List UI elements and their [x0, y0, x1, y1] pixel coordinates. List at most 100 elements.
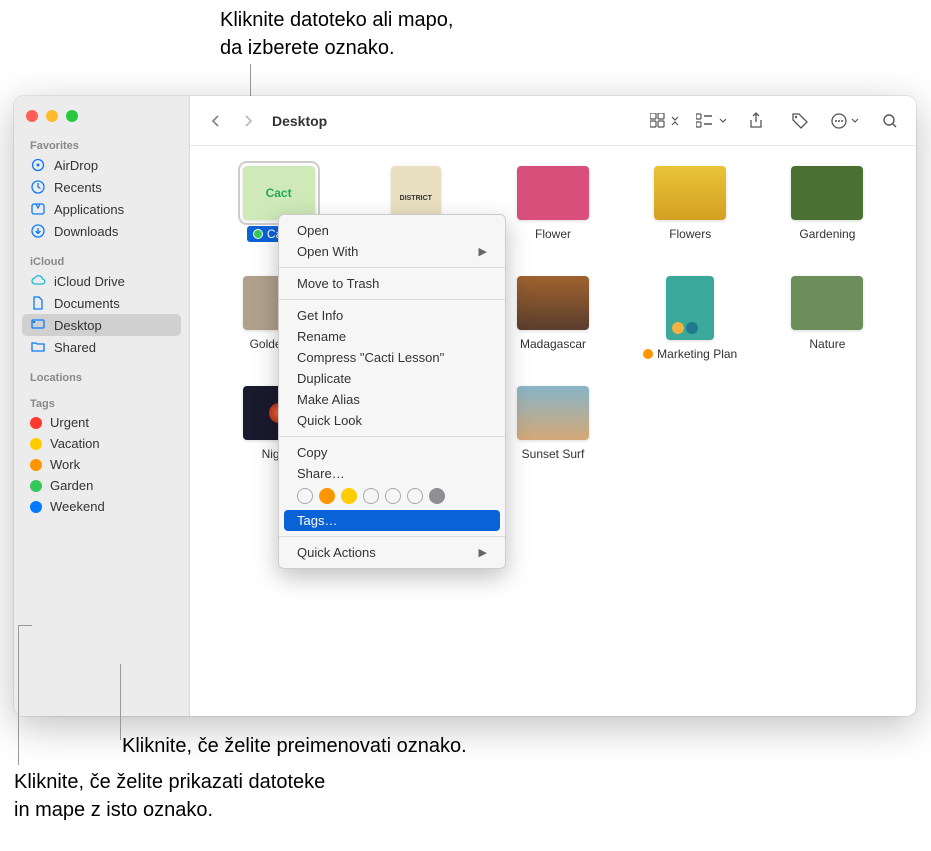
sidebar-item-applications[interactable]: Applications — [14, 198, 189, 220]
sidebar-item-label: iCloud Drive — [54, 274, 125, 289]
more-button[interactable] — [830, 109, 860, 133]
sidebar-item-documents[interactable]: Documents — [14, 292, 189, 314]
file-item[interactable]: Flower — [492, 166, 613, 252]
sidebar-item-label: Recents — [54, 180, 102, 195]
menu-item-duplicate[interactable]: Duplicate — [279, 368, 505, 389]
menu-item-rename[interactable]: Rename — [279, 326, 505, 347]
close-button[interactable] — [26, 110, 38, 122]
tag-circle-gray[interactable] — [429, 488, 445, 504]
tags-button[interactable] — [786, 109, 814, 133]
sidebar-tag-work[interactable]: Work — [14, 454, 189, 475]
sidebar-item-label: Weekend — [50, 499, 105, 514]
clock-icon — [30, 179, 46, 195]
tag-dot-red — [30, 417, 42, 429]
tag-dot-orange — [30, 459, 42, 471]
sidebar-tag-vacation[interactable]: Vacation — [14, 433, 189, 454]
sidebar-item-downloads[interactable]: Downloads — [14, 220, 189, 242]
window-title: Desktop — [272, 113, 327, 129]
maximize-button[interactable] — [66, 110, 78, 122]
menu-separator — [279, 299, 505, 300]
tag-circle-empty[interactable] — [385, 488, 401, 504]
menu-separator — [279, 436, 505, 437]
file-label: Flower — [529, 226, 577, 242]
sidebar-item-recents[interactable]: Recents — [14, 176, 189, 198]
menu-item-copy[interactable]: Copy — [279, 442, 505, 463]
folder-icon — [30, 339, 46, 355]
callout-line-showfiles-h — [18, 625, 32, 626]
cloud-icon — [30, 273, 46, 289]
toolbar: Desktop — [190, 96, 916, 146]
downloads-icon — [30, 223, 46, 239]
sidebar-item-label: Shared — [54, 340, 96, 355]
menu-item-quicklook[interactable]: Quick Look — [279, 410, 505, 431]
sidebar-item-desktop[interactable]: Desktop — [22, 314, 181, 336]
menu-item-getinfo[interactable]: Get Info — [279, 305, 505, 326]
tag-dot-blue — [30, 501, 42, 513]
sidebar: Favorites AirDrop Recents Applications D… — [14, 96, 190, 716]
sidebar-section-favorites: Favorites — [14, 134, 189, 154]
share-button[interactable] — [742, 109, 770, 133]
tag-dot-icon — [253, 229, 263, 239]
chevron-right-icon: ▶ — [479, 546, 487, 559]
sidebar-item-airdrop[interactable]: AirDrop — [14, 154, 189, 176]
sidebar-tag-urgent[interactable]: Urgent — [14, 412, 189, 433]
file-label: Nature — [803, 336, 851, 352]
sidebar-item-label: Documents — [54, 296, 120, 311]
sidebar-tag-garden[interactable]: Garden — [14, 475, 189, 496]
menu-item-open[interactable]: Open — [279, 220, 505, 241]
document-icon — [30, 295, 46, 311]
forward-button[interactable] — [234, 109, 262, 133]
desktop-icon — [30, 317, 46, 333]
annotation-showfiles: Kliknite, če želite prikazati datoteke i… — [14, 768, 325, 824]
file-thumb — [791, 166, 863, 220]
file-thumb — [666, 276, 714, 340]
tag-circle-none[interactable] — [297, 488, 313, 504]
menu-item-tags[interactable]: Tags… — [284, 510, 500, 531]
callout-line-showfiles — [18, 625, 19, 765]
search-button[interactable] — [876, 109, 904, 133]
file-thumb — [791, 276, 863, 330]
tag-circle-empty[interactable] — [363, 488, 379, 504]
file-item[interactable]: Flowers — [630, 166, 751, 252]
sidebar-item-label: AirDrop — [54, 158, 98, 173]
sidebar-item-label: Urgent — [50, 415, 89, 430]
file-thumb — [654, 166, 726, 220]
sidebar-item-label: Desktop — [54, 318, 102, 333]
file-item[interactable]: Nature — [767, 276, 888, 362]
annotation-rename: Kliknite, če želite preimenovati oznako. — [122, 732, 467, 760]
file-item[interactable]: Sunset Surf — [492, 386, 613, 462]
annotation-top: Kliknite datoteko ali mapo, da izberete … — [220, 6, 453, 62]
sidebar-item-label: Work — [50, 457, 80, 472]
file-item[interactable]: Gardening — [767, 166, 888, 252]
sidebar-item-shared[interactable]: Shared — [14, 336, 189, 358]
tag-circle-empty[interactable] — [407, 488, 423, 504]
sidebar-item-label: Garden — [50, 478, 93, 493]
toolbar-nav — [202, 109, 262, 133]
tag-circle-orange[interactable] — [319, 488, 335, 504]
sidebar-item-label: Vacation — [50, 436, 100, 451]
chevron-right-icon: ▶ — [479, 245, 487, 258]
menu-item-trash[interactable]: Move to Trash — [279, 273, 505, 294]
back-button[interactable] — [202, 109, 230, 133]
file-thumb — [517, 386, 589, 440]
file-item[interactable]: Madagascar — [492, 276, 613, 362]
sidebar-section-icloud: iCloud — [14, 250, 189, 270]
file-label: Marketing Plan — [637, 346, 743, 362]
menu-separator — [279, 267, 505, 268]
tag-circle-yellow[interactable] — [341, 488, 357, 504]
minimize-button[interactable] — [46, 110, 58, 122]
menu-item-compress[interactable]: Compress "Cacti Lesson" — [279, 347, 505, 368]
applications-icon — [30, 201, 46, 217]
menu-item-makealias[interactable]: Make Alias — [279, 389, 505, 410]
file-item[interactable]: Marketing Plan — [630, 276, 751, 362]
view-icons-button[interactable] — [650, 109, 680, 133]
file-label: Madagascar — [514, 336, 592, 352]
menu-item-share[interactable]: Share… — [279, 463, 505, 484]
airdrop-icon — [30, 157, 46, 173]
menu-item-open-with[interactable]: Open With▶ — [279, 241, 505, 262]
sidebar-tag-weekend[interactable]: Weekend — [14, 496, 189, 517]
sidebar-item-icloud-drive[interactable]: iCloud Drive — [14, 270, 189, 292]
menu-item-quickactions[interactable]: Quick Actions▶ — [279, 542, 505, 563]
menu-tag-row — [279, 484, 505, 510]
group-button[interactable] — [696, 109, 726, 133]
